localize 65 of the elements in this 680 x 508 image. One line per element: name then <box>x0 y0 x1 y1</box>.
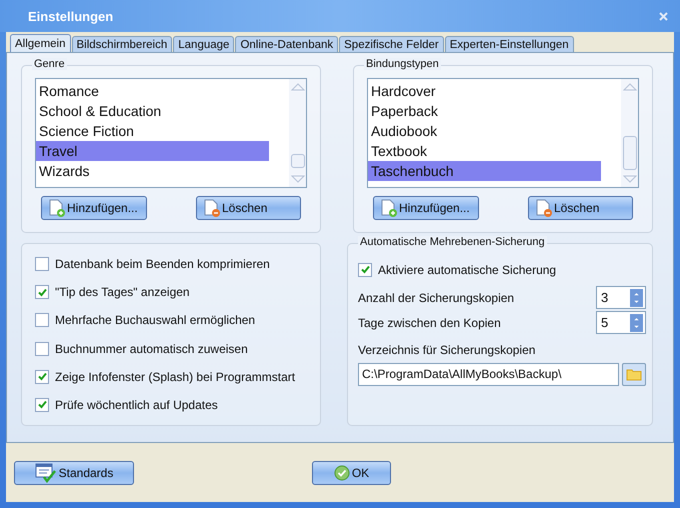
folder-icon <box>626 368 642 381</box>
list-item[interactable]: Taschenbuch <box>368 161 601 181</box>
scroll-up-icon[interactable] <box>290 82 304 92</box>
field-label: Verzeichnis für Sicherungskopien <box>358 343 536 357</box>
delete-button[interactable]: Löschen <box>196 196 301 220</box>
defaults-button[interactable]: Standards <box>14 460 134 484</box>
spin-arrows-icon[interactable] <box>630 288 643 306</box>
group-label: Genre <box>32 58 67 70</box>
number-spinner[interactable]: 3 <box>596 286 646 309</box>
spin-arrows-icon[interactable] <box>630 314 643 332</box>
add-document-icon <box>380 199 398 217</box>
checkbox-option[interactable]: Datenbank beim Beenden komprimieren <box>35 257 270 272</box>
add-document-icon <box>48 199 66 217</box>
tab[interactable]: Online-Datenbank <box>235 36 338 52</box>
scroll-up-icon[interactable] <box>622 82 636 92</box>
scroll-down-icon[interactable] <box>290 174 304 184</box>
remove-document-icon <box>203 199 221 217</box>
tab[interactable]: Allgemein <box>10 34 70 52</box>
group-label: Automatische Mehrebenen-Sicherung <box>358 236 547 248</box>
checkbox[interactable] <box>35 398 49 412</box>
checkbox[interactable] <box>35 370 49 384</box>
scrollbar[interactable] <box>621 79 638 187</box>
checkbox-option[interactable]: Buchnummer automatisch zuweisen <box>35 341 248 356</box>
checkbox[interactable] <box>35 257 49 272</box>
window-title: Einstellungen <box>28 8 114 24</box>
field-label: Tage zwischen den Kopien <box>358 316 501 330</box>
scroll-thumb[interactable] <box>291 154 305 168</box>
group-label: Bindungstypen <box>364 58 441 70</box>
checkbox[interactable] <box>35 313 49 328</box>
tab[interactable]: Language <box>173 36 234 52</box>
checkbox-option[interactable]: Aktiviere automatische Sicherung <box>358 262 556 277</box>
tab[interactable]: Experten-Einstellungen <box>444 36 574 52</box>
ok-button[interactable]: OK <box>312 460 391 484</box>
list-item[interactable]: Science Fiction <box>36 121 269 141</box>
list-item[interactable]: School & Education <box>36 101 269 121</box>
checkbox[interactable] <box>35 342 49 356</box>
scrollbar[interactable] <box>289 79 306 187</box>
list-item[interactable]: Hardcover <box>368 81 601 101</box>
close-icon[interactable] <box>659 12 668 20</box>
list-item[interactable]: Textbook <box>368 141 601 161</box>
browse-button[interactable] <box>622 363 646 386</box>
add-button[interactable]: Hinzufügen... <box>41 196 147 220</box>
list-item[interactable]: Romance <box>36 81 269 101</box>
list-item[interactable]: Travel <box>36 141 269 161</box>
list-item[interactable]: Audiobook <box>368 121 601 141</box>
delete-button[interactable]: Löschen <box>528 196 633 220</box>
checkbox-option[interactable]: Mehrfache Buchauswahl ermöglichen <box>35 313 256 328</box>
number-spinner[interactable]: 5 <box>596 311 646 334</box>
remove-document-icon <box>535 199 553 217</box>
checkbox[interactable] <box>35 285 49 300</box>
checkbox-option[interactable]: Zeige Infofenster (Splash) bei Programmstart <box>35 369 296 384</box>
checkbox-option[interactable]: "Tip des Tages" anzeigen <box>35 285 190 300</box>
tab[interactable]: Bildschirmbereich <box>72 36 172 52</box>
add-button[interactable]: Hinzufügen... <box>373 196 479 220</box>
check-circle-icon <box>334 464 350 480</box>
folder-path-field[interactable]: C:\ProgramData\AllMyBooks\Backup\ <box>358 363 619 386</box>
tab[interactable]: Spezifische Felder <box>339 36 444 52</box>
checklist-icon <box>34 462 57 482</box>
scroll-thumb[interactable] <box>623 136 637 170</box>
scroll-down-icon[interactable] <box>622 174 636 184</box>
checkbox-option[interactable]: Prüfe wöchentlich auf Updates <box>35 397 218 412</box>
field-label: Anzahl der Sicherungskopien <box>358 290 514 304</box>
list-item[interactable]: Paperback <box>368 101 601 121</box>
list-item[interactable]: Wizards <box>36 161 269 181</box>
checkbox[interactable] <box>358 262 372 276</box>
